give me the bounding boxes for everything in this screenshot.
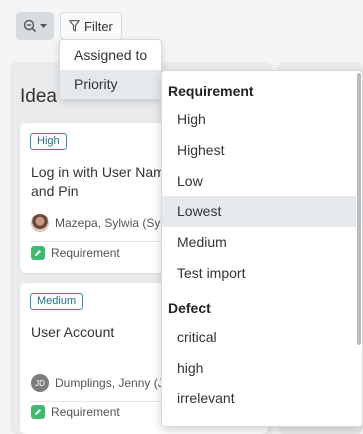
- filter-button[interactable]: Filter: [60, 12, 122, 40]
- avatar: [31, 214, 49, 232]
- requirement-icon: [31, 405, 45, 419]
- caret-down-icon: [40, 23, 47, 28]
- priority-badge: Medium: [30, 293, 84, 310]
- priority-badge: High: [30, 133, 67, 150]
- group-heading-defect: Defect: [168, 300, 211, 316]
- assignee-name: Dumplings, Jenny (J.: [55, 376, 168, 390]
- group-heading-requirement: Requirement: [168, 83, 254, 99]
- submenu-scrollbar[interactable]: [357, 73, 361, 345]
- assignee: JD Dumplings, Jenny (J.: [31, 374, 167, 392]
- work-item-type: Requirement: [31, 246, 120, 260]
- priority-option-highest[interactable]: Highest: [162, 135, 356, 166]
- priority-option-test-import[interactable]: Test import: [162, 258, 356, 289]
- work-item-type-label: Requirement: [51, 405, 120, 419]
- assignee-name: Mazepa, Sylwia (Sylv: [55, 216, 170, 230]
- priority-option-irrelevant[interactable]: irrelevant: [162, 383, 356, 414]
- assignee: Mazepa, Sylwia (Sylv: [31, 214, 169, 232]
- priority-option-high-defect[interactable]: high: [162, 353, 356, 384]
- priority-option-critical[interactable]: critical: [162, 322, 356, 353]
- work-item-type-label: Requirement: [51, 246, 120, 260]
- priority-option-lowest[interactable]: Lowest: [162, 196, 356, 227]
- work-item-type: Requirement: [31, 405, 120, 419]
- priority-submenu: Requirement High Highest Low Lowest Medi…: [161, 70, 363, 427]
- zoom-out-icon: [23, 19, 37, 33]
- card-title-line1: User Account: [31, 324, 115, 340]
- funnel-icon: [69, 20, 80, 32]
- filter-menu: Assigned to Priority: [59, 39, 162, 99]
- toolbar: Filter: [0, 0, 363, 52]
- filter-button-label: Filter: [84, 18, 113, 34]
- card-title-line2: and Pin: [31, 183, 79, 199]
- filter-menu-item-priority[interactable]: Priority: [60, 70, 161, 99]
- filter-menu-item-assigned-to[interactable]: Assigned to: [60, 41, 161, 70]
- zoom-menu-button[interactable]: [16, 12, 54, 40]
- priority-option-high[interactable]: High: [162, 104, 356, 135]
- priority-option-low[interactable]: Low: [162, 166, 356, 197]
- avatar: JD: [31, 374, 49, 392]
- card-title-line1: Log in with User Nam: [31, 164, 165, 180]
- priority-option-medium[interactable]: Medium: [162, 227, 356, 258]
- requirement-icon: [31, 246, 45, 260]
- column-title: Idea: [20, 86, 57, 107]
